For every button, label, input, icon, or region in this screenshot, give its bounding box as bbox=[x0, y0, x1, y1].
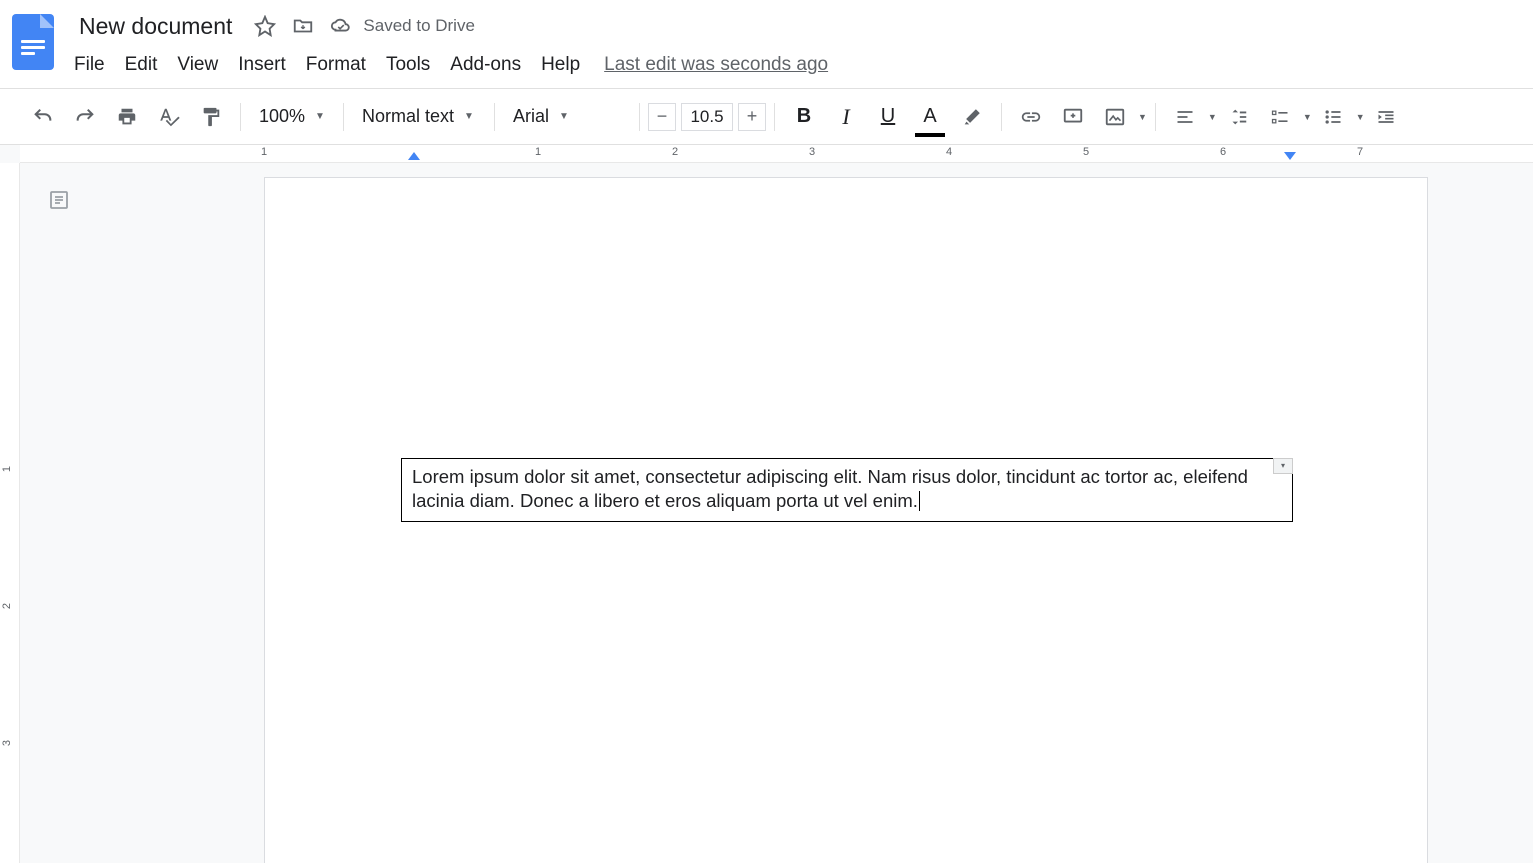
line-spacing-button[interactable] bbox=[1221, 100, 1255, 134]
font-size-increase-button[interactable]: + bbox=[738, 103, 766, 131]
bulleted-list-button[interactable]: ▼ bbox=[1312, 100, 1365, 134]
ruler-tick: 4 bbox=[946, 146, 952, 158]
workspace: 1 1 2 3 4 5 6 7 1 2 3 ▾ Lorem ipsum dolo… bbox=[0, 145, 1533, 863]
separator bbox=[774, 103, 775, 131]
spellcheck-icon[interactable] bbox=[152, 100, 186, 134]
ruler-tick: 1 bbox=[261, 146, 267, 158]
chevron-down-icon[interactable]: ▼ bbox=[1208, 112, 1217, 122]
text-box[interactable]: ▾ Lorem ipsum dolor sit amet, consectetu… bbox=[401, 458, 1293, 522]
right-indent-marker[interactable] bbox=[1284, 152, 1296, 160]
menu-edit[interactable]: Edit bbox=[115, 50, 168, 80]
menu-view[interactable]: View bbox=[167, 50, 228, 80]
separator bbox=[639, 103, 640, 131]
header: New document Saved to Drive File Edit Vi… bbox=[0, 0, 1533, 89]
italic-button[interactable]: I bbox=[829, 100, 863, 134]
ruler-tick: 3 bbox=[809, 146, 815, 158]
star-icon[interactable] bbox=[253, 14, 277, 38]
chevron-down-icon: ▼ bbox=[559, 111, 569, 122]
toolbar: 100% ▼ Normal text ▼ Arial ▼ − + B I U A… bbox=[0, 89, 1533, 145]
chevron-down-icon[interactable]: ▼ bbox=[1356, 112, 1365, 122]
chevron-down-icon[interactable]: ▼ bbox=[1138, 112, 1147, 122]
ruler-tick: 2 bbox=[1, 603, 13, 609]
highlight-color-button[interactable] bbox=[955, 100, 989, 134]
separator bbox=[494, 103, 495, 131]
insert-link-button[interactable] bbox=[1014, 100, 1048, 134]
ruler-tick: 7 bbox=[1357, 146, 1363, 158]
ruler-tick: 3 bbox=[1, 740, 13, 746]
bold-button[interactable]: B bbox=[787, 100, 821, 134]
text-box-content[interactable]: Lorem ipsum dolor sit amet, consectetur … bbox=[412, 466, 1248, 511]
ruler-tick: 6 bbox=[1220, 146, 1226, 158]
ruler-tick: 1 bbox=[535, 146, 541, 158]
docs-logo-icon[interactable] bbox=[12, 14, 54, 70]
align-button[interactable]: ▼ bbox=[1164, 100, 1217, 134]
insert-image-button[interactable]: ▼ bbox=[1094, 100, 1147, 134]
menu-file[interactable]: File bbox=[72, 50, 115, 80]
horizontal-ruler[interactable]: 1 1 2 3 4 5 6 7 bbox=[20, 145, 1533, 163]
chevron-down-icon[interactable]: ▼ bbox=[1303, 112, 1312, 122]
cloud-saved-icon[interactable] bbox=[329, 14, 353, 38]
document-title-input[interactable]: New document bbox=[72, 10, 239, 43]
decrease-indent-button[interactable] bbox=[1369, 100, 1403, 134]
text-color-button[interactable]: A bbox=[913, 100, 947, 134]
paragraph-style-select[interactable]: Normal text ▼ bbox=[352, 100, 486, 134]
last-edit-link[interactable]: Last edit was seconds ago bbox=[604, 54, 828, 76]
header-center: New document Saved to Drive File Edit Vi… bbox=[72, 8, 1521, 84]
menu-addons[interactable]: Add-ons bbox=[440, 50, 531, 80]
ruler-tick: 1 bbox=[1, 466, 13, 472]
menu-help[interactable]: Help bbox=[531, 50, 590, 80]
move-folder-icon[interactable] bbox=[291, 14, 315, 38]
paint-format-icon[interactable] bbox=[194, 100, 228, 134]
font-size-input[interactable] bbox=[681, 103, 733, 131]
menu-bar: File Edit View Insert Format Tools Add-o… bbox=[72, 46, 1521, 84]
print-icon[interactable] bbox=[110, 100, 144, 134]
separator bbox=[1001, 103, 1002, 131]
undo-icon[interactable] bbox=[26, 100, 60, 134]
menu-tools[interactable]: Tools bbox=[376, 50, 440, 80]
font-size-group: − + bbox=[648, 103, 766, 131]
zoom-value: 100% bbox=[259, 106, 305, 127]
document-outline-icon[interactable] bbox=[44, 185, 74, 215]
font-select[interactable]: Arial ▼ bbox=[503, 100, 631, 134]
checklist-button[interactable]: ▼ bbox=[1259, 100, 1312, 134]
menu-insert[interactable]: Insert bbox=[228, 50, 296, 80]
redo-icon[interactable] bbox=[68, 100, 102, 134]
style-value: Normal text bbox=[362, 106, 454, 127]
separator bbox=[240, 103, 241, 131]
vertical-ruler[interactable]: 1 2 3 bbox=[0, 163, 20, 863]
chevron-down-icon: ▼ bbox=[315, 111, 325, 122]
chevron-down-icon: ▼ bbox=[464, 111, 474, 122]
zoom-select[interactable]: 100% ▼ bbox=[249, 100, 335, 134]
insert-comment-button[interactable] bbox=[1056, 100, 1090, 134]
title-row: New document Saved to Drive bbox=[72, 8, 1521, 44]
ruler-tick: 2 bbox=[672, 146, 678, 158]
separator bbox=[1155, 103, 1156, 131]
saved-status-text: Saved to Drive bbox=[363, 16, 475, 36]
document-page[interactable]: ▾ Lorem ipsum dolor sit amet, consectetu… bbox=[264, 177, 1428, 863]
text-box-options-icon[interactable]: ▾ bbox=[1273, 458, 1293, 474]
text-cursor bbox=[919, 491, 920, 511]
font-value: Arial bbox=[513, 106, 549, 127]
underline-button[interactable]: U bbox=[871, 100, 905, 134]
separator bbox=[343, 103, 344, 131]
left-indent-marker[interactable] bbox=[408, 152, 420, 160]
ruler-tick: 5 bbox=[1083, 146, 1089, 158]
menu-format[interactable]: Format bbox=[296, 50, 376, 80]
font-size-decrease-button[interactable]: − bbox=[648, 103, 676, 131]
